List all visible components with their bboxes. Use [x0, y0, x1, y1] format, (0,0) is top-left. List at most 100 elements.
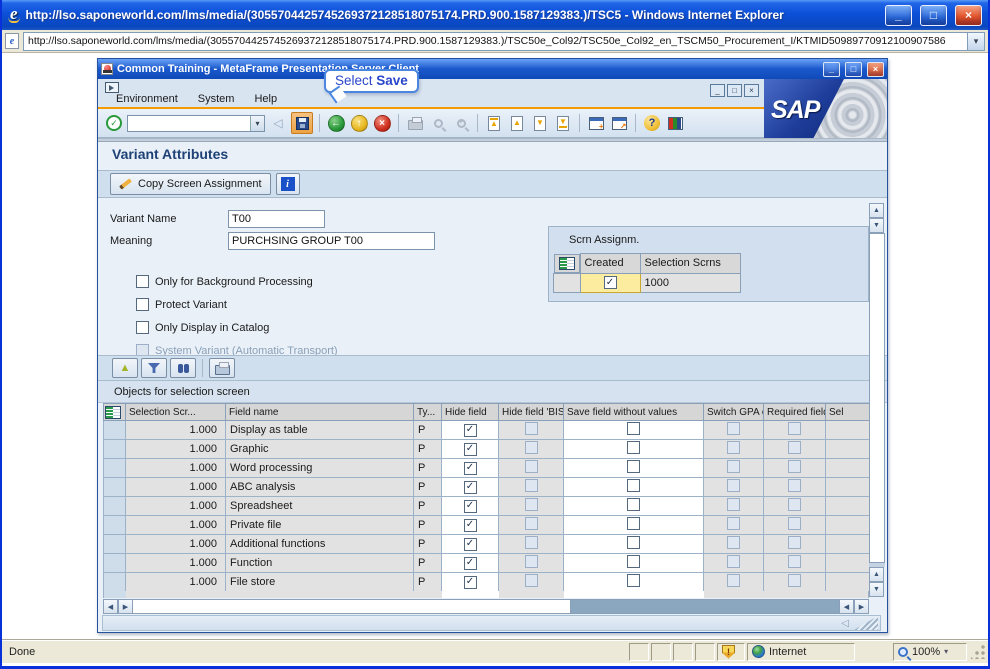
- row-selector[interactable]: [103, 420, 126, 440]
- hide-field-checkbox[interactable]: [463, 480, 477, 494]
- save-without-values-checkbox[interactable]: [627, 479, 640, 492]
- first-page-icon[interactable]: ▲: [484, 113, 504, 133]
- col-hide-field[interactable]: Hide field: [441, 403, 499, 421]
- menu-environment[interactable]: Environment: [116, 93, 178, 105]
- col-hide-field-bis[interactable]: Hide field 'BIS': [498, 403, 564, 421]
- status-expand-icon[interactable]: ◁: [841, 618, 849, 629]
- command-field[interactable]: ▾: [127, 114, 265, 132]
- cancel-icon[interactable]: ×: [372, 113, 392, 133]
- hide-field-checkbox[interactable]: [463, 518, 477, 532]
- mf-minimize-button[interactable]: _: [823, 61, 840, 77]
- system-menu-icon[interactable]: [105, 82, 119, 93]
- scroll-right-icon[interactable]: ▶: [854, 599, 869, 614]
- vertical-scroll-thumb[interactable]: [869, 233, 885, 563]
- protect-variant-checkbox[interactable]: [136, 298, 149, 311]
- col-selection-scr[interactable]: Selection Scr...: [125, 403, 226, 421]
- hide-field-checkbox[interactable]: [463, 537, 477, 551]
- last-page-icon[interactable]: ▼: [553, 113, 573, 133]
- new-session-icon[interactable]: +: [586, 113, 606, 133]
- save-without-values-checkbox[interactable]: [627, 574, 640, 587]
- exit-icon[interactable]: ↑: [349, 113, 369, 133]
- variant-name-input[interactable]: [228, 210, 325, 228]
- collapse-icon[interactable]: ◁: [268, 113, 288, 133]
- col-switch-gpa-off[interactable]: Switch GPA off: [703, 403, 764, 421]
- enter-icon[interactable]: ✓: [104, 113, 124, 133]
- hide-field-checkbox[interactable]: [463, 575, 477, 589]
- mf-restore-button[interactable]: □: [845, 61, 862, 77]
- back-icon[interactable]: ←: [326, 113, 346, 133]
- minimize-button[interactable]: _: [885, 4, 912, 26]
- mf-close-button[interactable]: ×: [867, 61, 884, 77]
- horizontal-scroll-thumb[interactable]: [133, 600, 571, 613]
- hide-field-checkbox[interactable]: [463, 556, 477, 570]
- maximize-button[interactable]: □: [920, 4, 947, 26]
- save-without-values-checkbox[interactable]: [627, 422, 640, 435]
- filter-button[interactable]: [141, 358, 167, 378]
- row-selector[interactable]: [103, 458, 126, 478]
- print-list-button[interactable]: [209, 358, 235, 378]
- table-select-all-icon[interactable]: [103, 403, 126, 421]
- table-scroll-up-icon[interactable]: ▲: [869, 567, 884, 582]
- sort-ascending-button[interactable]: ▲: [112, 358, 138, 378]
- create-shortcut-icon[interactable]: ↗: [609, 113, 629, 133]
- url-field[interactable]: http://lso.saponeworld.com/lms/media/(30…: [23, 31, 985, 51]
- table-icon-button[interactable]: [553, 253, 580, 273]
- col-required-field[interactable]: Required field: [763, 403, 826, 421]
- scroll-left-icon[interactable]: ◀: [103, 599, 118, 614]
- menu-system[interactable]: System: [198, 93, 235, 105]
- only-display-in-catalog-checkbox[interactable]: [136, 321, 149, 334]
- hide-field-checkbox[interactable]: [463, 442, 477, 456]
- row-selector[interactable]: [103, 572, 126, 592]
- col-sel[interactable]: Sel: [825, 403, 870, 421]
- row-selector[interactable]: [103, 496, 126, 516]
- col-created[interactable]: Created: [579, 253, 641, 274]
- only-background-processing-checkbox[interactable]: [136, 275, 149, 288]
- save-button[interactable]: [291, 112, 313, 134]
- row-selector[interactable]: [103, 534, 126, 554]
- save-without-values-checkbox[interactable]: [627, 498, 640, 511]
- scroll-left-icon[interactable]: ◀: [839, 599, 854, 614]
- info-button[interactable]: i: [275, 173, 300, 195]
- hide-field-checkbox[interactable]: [463, 461, 477, 475]
- inner-minimize-icon[interactable]: _: [710, 84, 725, 97]
- previous-page-icon[interactable]: ▲: [507, 113, 527, 133]
- next-page-icon[interactable]: ▼: [530, 113, 550, 133]
- row-selector[interactable]: [103, 553, 126, 573]
- hide-field-checkbox[interactable]: [463, 423, 477, 437]
- zoom-control[interactable]: 100% ▾: [893, 642, 967, 661]
- zoom-dropdown-icon[interactable]: ▾: [944, 647, 948, 656]
- save-without-values-checkbox[interactable]: [627, 441, 640, 454]
- row-selector[interactable]: [103, 439, 126, 459]
- row-selector[interactable]: [553, 272, 581, 293]
- command-dropdown-icon[interactable]: ▾: [250, 115, 264, 131]
- meaning-input[interactable]: [228, 232, 435, 250]
- customize-layout-icon[interactable]: [665, 113, 685, 133]
- scroll-down-icon[interactable]: ▼: [869, 218, 884, 233]
- scroll-right-icon[interactable]: ▶: [118, 599, 133, 614]
- copy-screen-assignment-button[interactable]: Copy Screen Assignment: [110, 173, 271, 195]
- row-selector[interactable]: [103, 515, 126, 535]
- inner-maximize-icon[interactable]: □: [727, 84, 742, 97]
- table-scroll-down-icon[interactable]: ▼: [869, 582, 884, 597]
- security-icon[interactable]: !: [722, 644, 735, 659]
- save-without-values-checkbox[interactable]: [627, 555, 640, 568]
- row-selector[interactable]: [103, 477, 126, 497]
- menu-help[interactable]: Help: [254, 93, 277, 105]
- hide-field-checkbox[interactable]: [463, 499, 477, 513]
- col-save-without-values[interactable]: Save field without values: [563, 403, 704, 421]
- sap-resize-grip[interactable]: [854, 616, 878, 630]
- col-type[interactable]: Ty...: [413, 403, 442, 421]
- scroll-up-icon[interactable]: ▲: [869, 203, 884, 218]
- inner-close-icon[interactable]: ×: [744, 84, 759, 97]
- search-button[interactable]: [170, 358, 196, 378]
- close-button[interactable]: ×: [955, 4, 982, 26]
- window-resize-grip[interactable]: [971, 644, 986, 659]
- help-icon[interactable]: ?: [642, 113, 662, 133]
- save-without-values-checkbox[interactable]: [627, 517, 640, 530]
- col-selection-scrns[interactable]: Selection Scrns: [639, 253, 741, 274]
- url-dropdown-icon[interactable]: ▾: [967, 32, 984, 50]
- col-field-name[interactable]: Field name: [225, 403, 414, 421]
- created-checkbox[interactable]: [603, 276, 617, 290]
- save-without-values-checkbox[interactable]: [627, 460, 640, 473]
- save-without-values-checkbox[interactable]: [627, 536, 640, 549]
